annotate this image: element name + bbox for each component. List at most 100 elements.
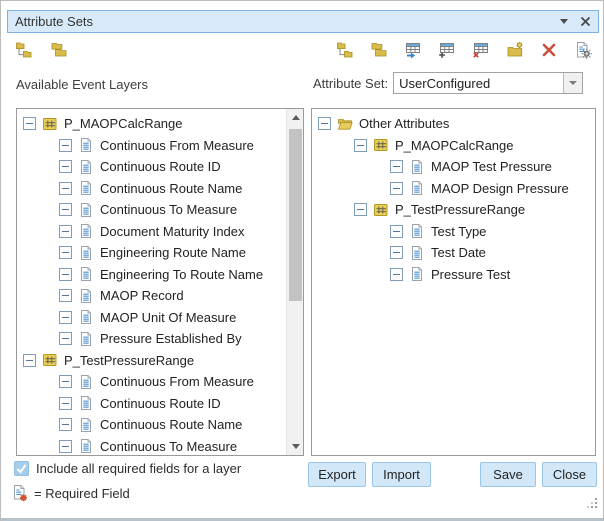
tree-item-label: Continuous To Measure [100,202,237,217]
layer-tree-icon[interactable] [15,41,33,59]
tree-item[interactable]: MAOP Record [17,285,286,307]
field-icon [78,223,94,239]
collapse-toggle-icon[interactable] [59,182,72,195]
tree-item[interactable]: Test Date [312,242,595,264]
tree-item[interactable]: Engineering Route Name [17,242,286,264]
field-icon [78,309,94,325]
collapse-toggle-icon[interactable] [59,289,72,302]
tree-item[interactable]: P_MAOPCalcRange [312,135,595,157]
tree-item[interactable]: Continuous From Measure [17,135,286,157]
tree-item[interactable]: MAOP Unit Of Measure [17,307,286,329]
collapse-toggle-icon[interactable] [59,203,72,216]
attribute-sets-dialog: Attribute Sets [0,0,604,521]
collapse-toggle-icon[interactable] [390,246,403,259]
table-add-icon[interactable] [438,41,456,59]
tree-item[interactable]: MAOP Design Pressure [312,178,595,200]
collapse-toggle-icon[interactable] [59,311,72,324]
tree-item[interactable]: Pressure Test [312,264,595,286]
tree-item-label: P_TestPressureRange [64,353,194,368]
folder-gear-icon[interactable] [506,41,524,59]
toolbar-left [15,41,68,59]
tree-item[interactable]: Engineering To Route Name [17,264,286,286]
collapse-toggle-icon[interactable] [59,160,72,173]
collapse-toggle-icon[interactable] [59,268,72,281]
page-settings-icon[interactable] [574,41,592,59]
tree-item-label: Engineering To Route Name [100,267,263,282]
toolbar-right [336,41,592,59]
collapse-toggle-icon[interactable] [59,332,72,345]
tree-item[interactable]: P_MAOPCalcRange [17,113,286,135]
tree-item[interactable]: Continuous To Measure [17,436,286,457]
event-icon [373,137,389,153]
folders-icon[interactable] [370,41,388,59]
tree-item[interactable]: Other Attributes [312,113,595,135]
available-layers-label: Available Event Layers [16,77,148,92]
collapse-toggle-icon[interactable] [23,354,36,367]
tree-item[interactable]: Document Maturity Index [17,221,286,243]
scroll-up-icon[interactable] [287,109,304,126]
collapse-toggle-icon[interactable] [59,397,72,410]
collapse-toggle-icon[interactable] [390,268,403,281]
tree-item[interactable]: P_TestPressureRange [312,199,595,221]
field-icon [78,417,94,433]
field-icon [78,266,94,282]
collapse-toggle-icon[interactable] [59,225,72,238]
tree-item[interactable]: Continuous To Measure [17,199,286,221]
attribute-set-dropdown[interactable]: UserConfigured [393,72,583,94]
tree-item-label: Pressure Established By [100,331,242,346]
collapse-toggle-icon[interactable] [59,139,72,152]
resize-grip-icon[interactable] [586,497,599,515]
attribute-set-label: Attribute Set: [313,76,388,91]
include-required-label: Include all required fields for a layer [36,461,241,476]
event-icon [42,116,58,132]
export-button[interactable]: Export [308,462,366,487]
table-remove-icon[interactable] [472,41,490,59]
folders-icon[interactable] [50,41,68,59]
save-button[interactable]: Save [480,462,536,487]
table-export-icon[interactable] [404,41,422,59]
tree-item[interactable]: Continuous Route ID [17,393,286,415]
folder-icon [337,116,353,132]
scroll-down-icon[interactable] [287,438,304,455]
include-required-checkbox[interactable] [14,461,29,476]
collapse-toggle-icon[interactable] [23,117,36,130]
collapse-toggle-icon[interactable] [390,182,403,195]
collapse-toggle-icon[interactable] [59,375,72,388]
chevron-down-icon [569,81,577,85]
tree-item-label: Continuous Route ID [100,396,221,411]
tree-item[interactable]: Test Type [312,221,595,243]
field-icon [78,202,94,218]
required-field-icon [12,484,29,503]
dock-caret-icon[interactable] [560,19,568,24]
collapse-toggle-icon[interactable] [354,203,367,216]
scrollbar[interactable] [286,109,303,455]
tree-item[interactable]: Continuous Route ID [17,156,286,178]
scrollbar-thumb[interactable] [289,129,302,301]
tree-item[interactable]: Pressure Established By [17,328,286,350]
tree-item-label: P_TestPressureRange [395,202,525,217]
field-icon [78,438,94,454]
collapse-toggle-icon[interactable] [59,440,72,453]
layer-tree-icon[interactable] [336,41,354,59]
import-button[interactable]: Import [372,462,431,487]
close-button[interactable]: Close [542,462,597,487]
attribute-set-panel: Other AttributesP_MAOPCalcRangeMAOP Test… [311,108,596,456]
attribute-set-value: UserConfigured [394,76,563,91]
collapse-toggle-icon[interactable] [318,117,331,130]
collapse-toggle-icon[interactable] [390,160,403,173]
tree-item[interactable]: Continuous From Measure [17,371,286,393]
delete-icon[interactable] [540,41,558,59]
collapse-toggle-icon[interactable] [390,225,403,238]
tree-item[interactable]: MAOP Test Pressure [312,156,595,178]
tree-item[interactable]: Continuous Route Name [17,178,286,200]
collapse-toggle-icon[interactable] [59,246,72,259]
close-icon[interactable] [580,16,591,27]
dropdown-button[interactable] [563,73,582,93]
available-layers-panel: P_MAOPCalcRangeContinuous From MeasureCo… [16,108,304,456]
field-icon [78,395,94,411]
collapse-toggle-icon[interactable] [354,139,367,152]
tree-item-label: MAOP Record [100,288,184,303]
tree-item[interactable]: Continuous Route Name [17,414,286,436]
collapse-toggle-icon[interactable] [59,418,72,431]
tree-item[interactable]: P_TestPressureRange [17,350,286,372]
